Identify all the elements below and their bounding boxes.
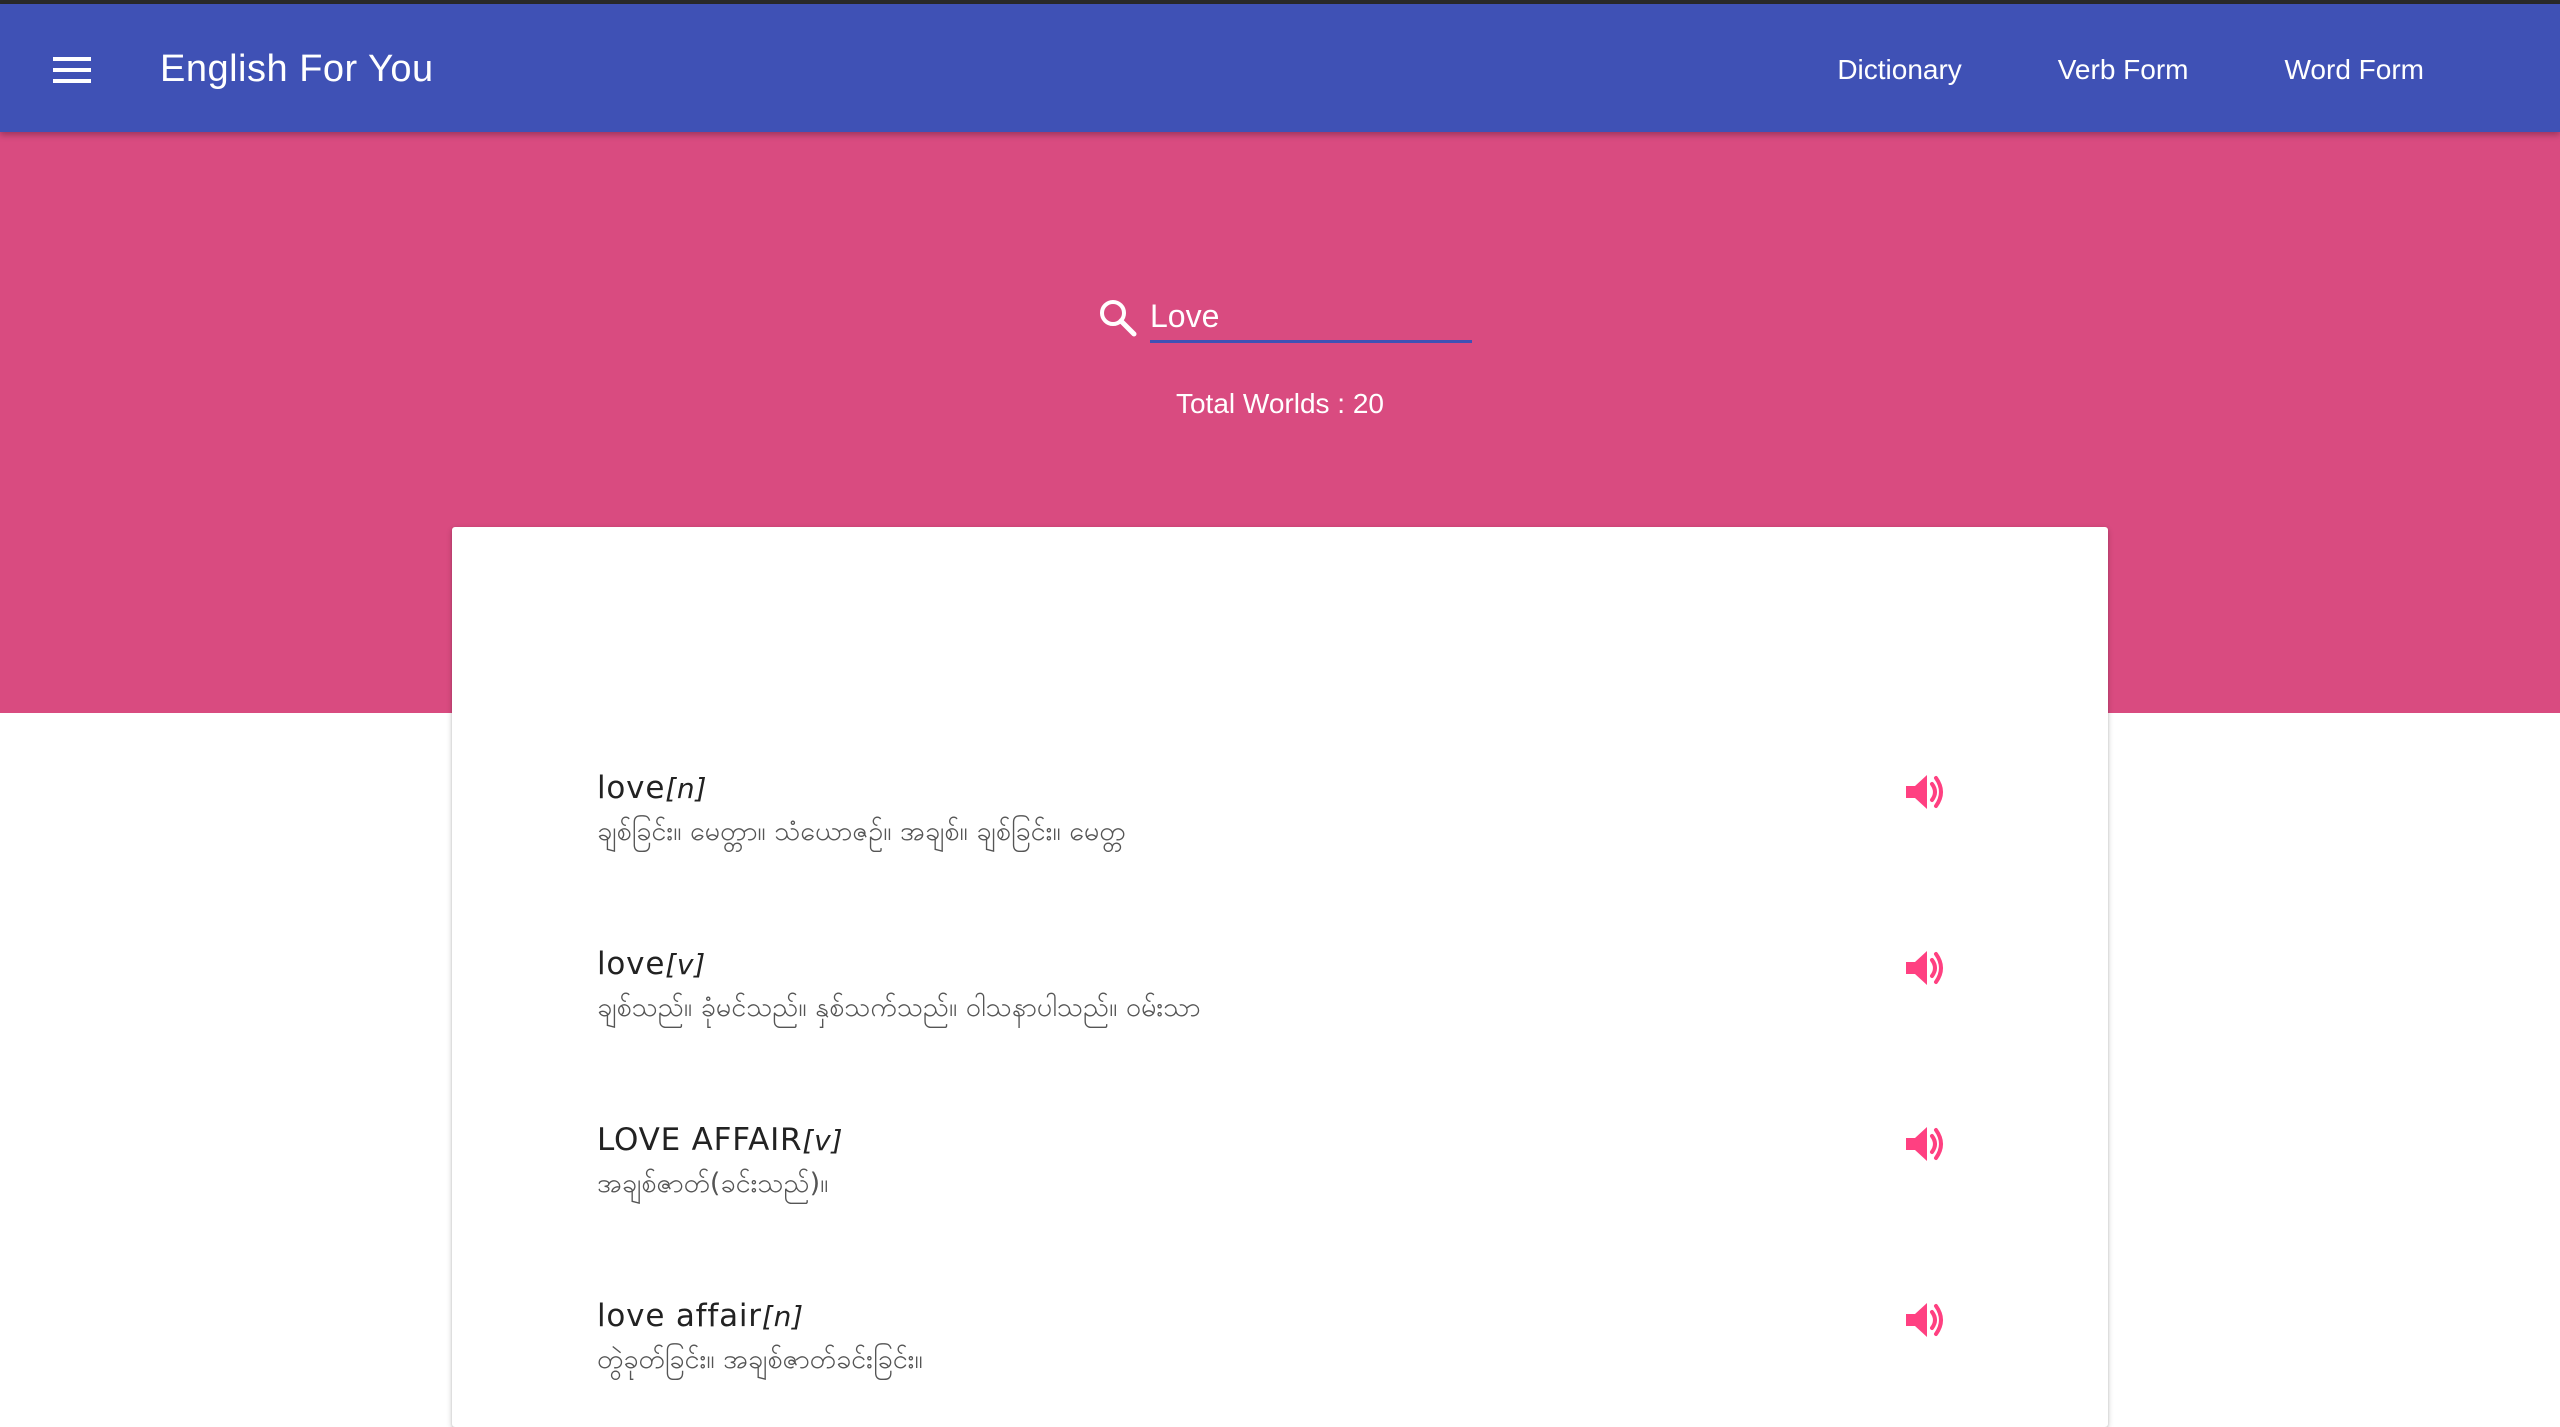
entry-meaning: တွဲခုတ်ခြင်း။ အချစ်ဇာတ်ခင်းခြင်း။: [597, 1344, 923, 1375]
list-item[interactable]: love affair[n] တွဲခုတ်ခြင်း။ အချစ်ဇာတ်ခင…: [597, 1298, 1997, 1408]
word-text: love affair: [597, 1298, 762, 1334]
volume-icon[interactable]: [1900, 944, 1948, 992]
search-input[interactable]: [1150, 292, 1472, 343]
word-text: love: [597, 946, 666, 982]
app-bar: English For You Dictionary Verb Form Wor…: [0, 4, 2560, 132]
part-of-speech: [v]: [802, 1124, 844, 1157]
list-item[interactable]: LOVE AFFAIR[v] အချစ်ဇာတ်(ခင်းသည်)။: [597, 1122, 1997, 1232]
part-of-speech: [n]: [665, 772, 708, 805]
entry-meaning: ချစ်သည်။ ခုံမင်သည်။ နှစ်သက်သည်။ ဝါသနာပါသ…: [597, 992, 1201, 1023]
nav-dictionary[interactable]: Dictionary: [1789, 48, 2009, 92]
top-nav: Dictionary Verb Form Word Form: [1789, 48, 2472, 92]
part-of-speech: [n]: [761, 1300, 804, 1333]
volume-icon[interactable]: [1900, 1120, 1948, 1168]
nav-verb-form[interactable]: Verb Form: [2010, 48, 2237, 92]
results-card: love[n] ချစ်ခြင်း။ မေတ္တာ။ သံယောဇဉ်။ အချ…: [452, 527, 2108, 1427]
menu-button[interactable]: [48, 46, 96, 94]
word-text: love: [597, 770, 666, 806]
nav-word-form[interactable]: Word Form: [2237, 48, 2473, 92]
list-item[interactable]: love[v] ချစ်သည်။ ခုံမင်သည်။ နှစ်သက်သည်။ …: [597, 946, 1997, 1056]
entry-word: love[n]: [597, 770, 1997, 806]
part-of-speech: [v]: [665, 948, 707, 981]
entry-meaning: ချစ်ခြင်း။ မေတ္တာ။ သံယောဇဉ်။ အချစ်။ ချစ်…: [597, 816, 1126, 847]
menu-icon: [53, 57, 91, 83]
entry-word: love affair[n]: [597, 1298, 1997, 1334]
entry-word: LOVE AFFAIR[v]: [597, 1122, 1997, 1158]
word-text: LOVE AFFAIR: [597, 1122, 803, 1158]
list-item[interactable]: love[n] ချစ်ခြင်း။ မေတ္တာ။ သံယောဇဉ်။ အချ…: [597, 770, 1997, 880]
entry-meaning: အချစ်ဇာတ်(ခင်းသည်)။: [597, 1168, 829, 1199]
total-words-count: Total Worlds : 20: [1175, 388, 1385, 419]
volume-icon[interactable]: [1900, 1296, 1948, 1344]
app-title: English For You: [160, 48, 434, 90]
search-box: [1096, 292, 1476, 344]
search-icon: [1100, 300, 1137, 337]
volume-icon[interactable]: [1900, 768, 1948, 816]
entry-word: love[v]: [597, 946, 1997, 982]
